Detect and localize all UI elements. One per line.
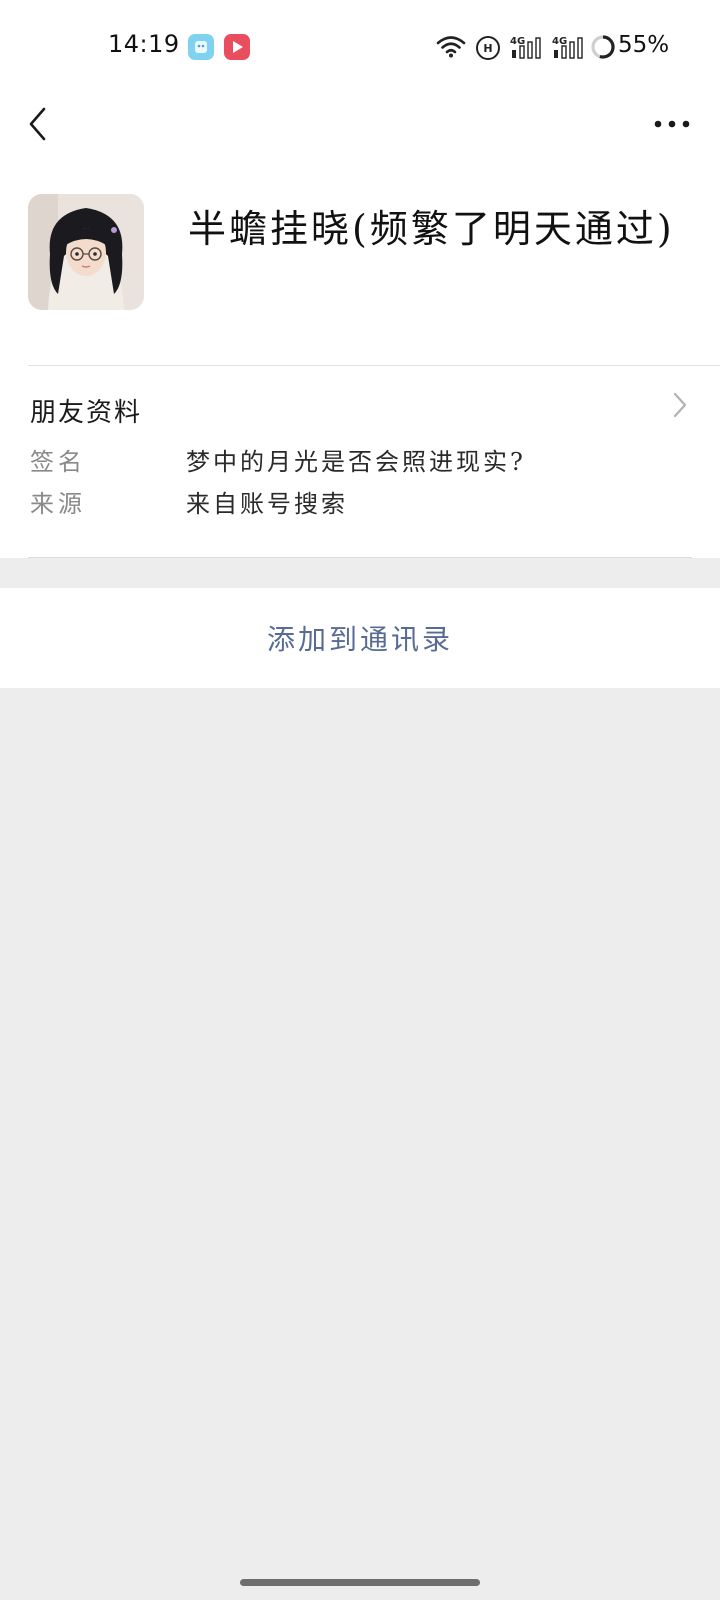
wifi-icon	[436, 34, 466, 62]
nav-bar	[0, 90, 720, 170]
avatar[interactable]	[28, 194, 144, 310]
status-time: 14:19	[108, 30, 180, 58]
section-title: 朋友资料	[30, 398, 143, 428]
contact-profile-page: 14:19 H 4G 4G 55% 半蟾挂晓(频繁了明天通过) 朋友资料 签名 …	[0, 0, 720, 1600]
more-dots-icon[interactable]	[652, 114, 692, 134]
battery-percent: 55%	[618, 32, 670, 58]
add-contact-block[interactable]: 添加到通讯录	[0, 588, 720, 688]
signal-strength-icon: 4G	[552, 34, 588, 64]
profile-name: 半蟾挂晓(频繁了明天通过)	[188, 207, 675, 251]
signal-strength-icon: 4G	[510, 34, 546, 64]
signature-value: 梦中的月光是否会照进现实?	[186, 448, 526, 476]
battery-icon	[590, 34, 616, 64]
video-app-icon	[224, 34, 250, 60]
hd-voice-icon: H	[476, 36, 500, 60]
source-row: 来源 来自账号搜索	[0, 484, 720, 524]
notification-app-icon	[188, 34, 214, 60]
signature-label: 签名	[30, 448, 86, 476]
add-to-contacts-button[interactable]: 添加到通讯录	[267, 618, 453, 658]
status-bar: 14:19 H 4G 4G 55%	[0, 0, 720, 90]
divider	[28, 557, 692, 558]
source-value: 来自账号搜索	[186, 490, 348, 518]
home-indicator[interactable]	[240, 1579, 480, 1586]
chevron-left-icon[interactable]	[26, 104, 50, 144]
profile-header: 半蟾挂晓(频繁了明天通过)	[0, 170, 720, 366]
friend-info-section[interactable]: 朋友资料 签名 梦中的月光是否会照进现实? 来源 来自账号搜索	[0, 366, 720, 558]
source-label: 来源	[30, 490, 86, 518]
chevron-right-icon[interactable]	[672, 390, 688, 420]
signature-row: 签名 梦中的月光是否会照进现实?	[0, 442, 720, 482]
